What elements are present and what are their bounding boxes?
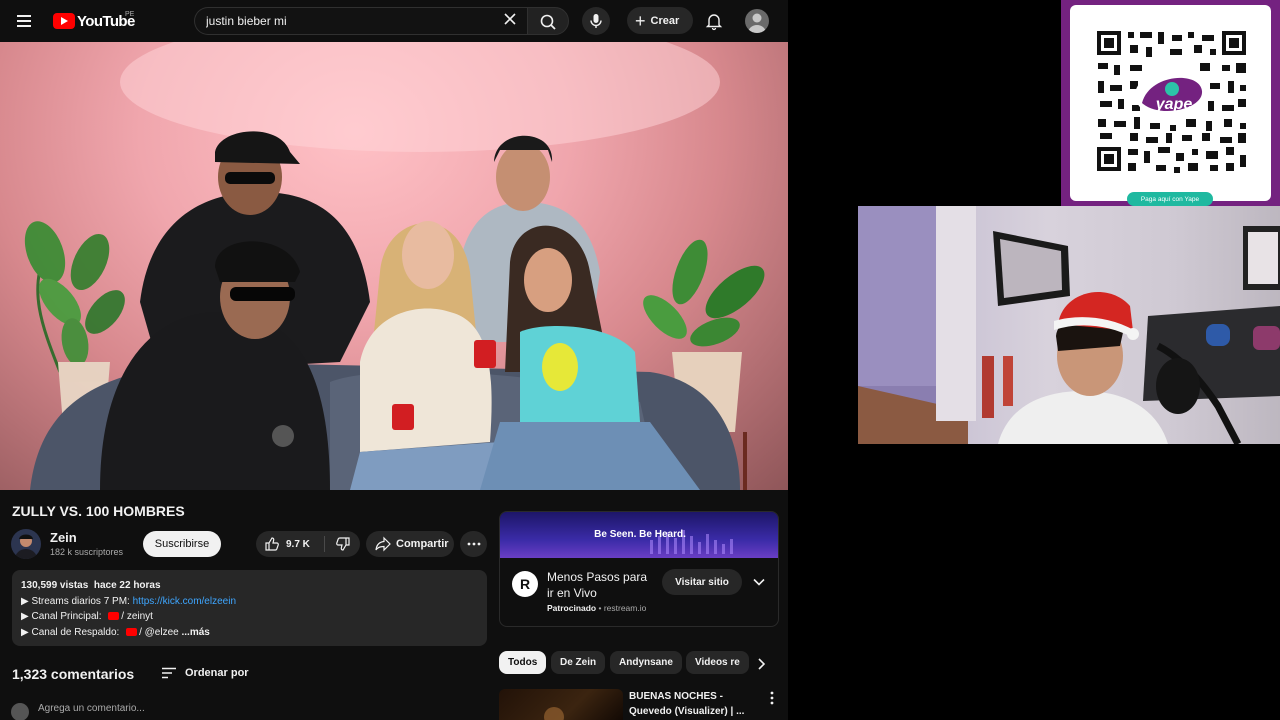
kick-link[interactable]: https://kick.com/elzeein — [133, 596, 236, 607]
channel-name[interactable]: Zein — [50, 530, 77, 545]
voice-search-button[interactable] — [582, 7, 610, 35]
subscriber-count: 182 k suscriptores — [50, 547, 124, 557]
chip-todos[interactable]: Todos — [499, 651, 547, 674]
upload-age: hace 22 horas — [93, 580, 161, 591]
commenter-avatar — [11, 703, 29, 720]
description-line-backup-channel: ▶ Canal de Respaldo: / @elzee ...más — [21, 625, 478, 641]
description-backup-channel-text: ▶ Canal de Respaldo: — [21, 626, 123, 638]
sponsored-ad: Be Seen. Be Heard. R Menos Pasos para ir… — [499, 511, 779, 627]
qr-code-image: yape — [1097, 31, 1246, 173]
create-button[interactable]: + Crear — [627, 7, 693, 34]
thumbs-up-icon — [265, 537, 279, 551]
comments-count: 1,323 comentarios — [12, 666, 135, 682]
share-icon — [375, 536, 391, 552]
youtube-play-icon — [53, 13, 75, 29]
recommendation-chips: Todos De Zein Andynsane Videos re — [499, 651, 779, 675]
masthead: YouTube PE + Crear — [0, 0, 788, 42]
description-streams-text: ▶ Streams diarios 7 PM: — [21, 595, 133, 607]
sort-label: Ordenar por — [185, 667, 249, 679]
add-comment-input[interactable]: Agrega un comentario... — [38, 703, 145, 714]
thumbs-down-icon — [336, 537, 350, 551]
video-frame — [24, 42, 765, 490]
youtube-mini-icon — [108, 612, 120, 620]
view-count: 130,599 vistas — [21, 580, 89, 591]
show-more-link[interactable]: ...más — [182, 627, 210, 638]
share-label: Compartir — [396, 538, 449, 550]
search-icon — [540, 14, 556, 30]
ad-banner-text: Be Seen. Be Heard. — [594, 529, 686, 540]
like-divider — [324, 536, 325, 552]
qr-card: yape — [1070, 5, 1271, 201]
create-label: Crear — [650, 14, 680, 27]
ad-sponsor-line: Patrocinado • restream.io — [547, 603, 647, 613]
sort-icon — [162, 667, 176, 679]
youtube-window: YouTube PE + Crear — [0, 0, 788, 720]
search-box — [194, 7, 527, 35]
like-count: 9.7 K — [286, 538, 310, 550]
qr-caption: Paga aquí con Yape — [1127, 192, 1213, 206]
search-input[interactable] — [206, 8, 486, 34]
main-channel-handle[interactable]: / zeinyt — [121, 611, 153, 622]
microphone-icon — [590, 14, 602, 28]
like-button[interactable]: 9.7 K — [256, 531, 324, 557]
logo-country-code: PE — [125, 11, 135, 18]
youtube-logo[interactable]: YouTube — [53, 11, 135, 31]
channel-avatar[interactable] — [11, 529, 41, 559]
backup-channel-handle[interactable]: / @elzee — [139, 627, 179, 638]
chip-videos-relacionados[interactable]: Videos re — [686, 651, 749, 674]
recommended-video-title[interactable]: BUENAS NOCHES - Quevedo (Visualizer) | .… — [629, 689, 751, 719]
plus-icon: + — [635, 10, 646, 31]
chip-de-zein[interactable]: De Zein — [551, 651, 606, 674]
chevron-right-icon[interactable] — [752, 655, 770, 673]
more-actions-button[interactable] — [460, 531, 487, 557]
recommended-title-line-1: BUENAS NOCHES - — [629, 691, 723, 702]
menu-button[interactable] — [14, 9, 38, 33]
subscribe-button[interactable]: Suscribirse — [143, 531, 221, 557]
yape-qr-overlay: yape Paga aquí con Yape — [1061, 0, 1280, 206]
notifications-button[interactable] — [703, 10, 725, 32]
ad-banner[interactable]: Be Seen. Be Heard. — [500, 512, 778, 558]
share-button[interactable]: Compartir — [366, 531, 454, 557]
description-line-streams: ▶ Streams diarios 7 PM: https://kick.com… — [21, 594, 478, 610]
streamer-webcam — [858, 206, 1280, 444]
restream-logo-icon: R — [512, 571, 538, 597]
account-avatar[interactable] — [745, 9, 769, 33]
sponsored-label: Patrocinado — [547, 603, 597, 613]
clear-search-icon[interactable] — [502, 11, 518, 27]
video-description[interactable]: 130,599 vistas hace 22 horas ▶ Streams d… — [12, 570, 487, 646]
webcam-frame — [858, 206, 1280, 444]
chevron-down-icon[interactable] — [752, 575, 766, 589]
ad-domain: restream.io — [603, 603, 647, 613]
ad-title[interactable]: Menos Pasos para ir en Vivo — [547, 569, 657, 601]
description-meta: 130,599 vistas hace 22 horas — [21, 578, 478, 594]
description-main-channel-text: ▶ Canal Principal: — [21, 611, 105, 622]
like-dislike-group: 9.7 K — [256, 531, 360, 557]
dislike-button[interactable] — [326, 531, 360, 557]
visit-site-button[interactable]: Visitar sitio — [662, 569, 742, 595]
more-horizontal-icon — [467, 542, 480, 546]
more-vertical-icon[interactable] — [766, 691, 778, 705]
sort-comments-button[interactable]: Ordenar por — [161, 664, 249, 682]
recommended-video-thumbnail[interactable] — [499, 689, 623, 720]
chip-andynsane[interactable]: Andynsane — [610, 651, 682, 674]
recommended-title-line-2: Quevedo (Visualizer) | ... — [629, 706, 745, 717]
video-player[interactable] — [0, 42, 788, 490]
description-line-main-channel: ▶ Canal Principal: / zeinyt — [21, 609, 478, 625]
video-title: ZULLY VS. 100 HOMBRES — [12, 503, 185, 519]
youtube-mini-icon — [126, 627, 138, 636]
yape-logo-text: yape — [1155, 96, 1193, 113]
bell-icon — [705, 14, 723, 31]
search-button[interactable] — [527, 7, 569, 35]
